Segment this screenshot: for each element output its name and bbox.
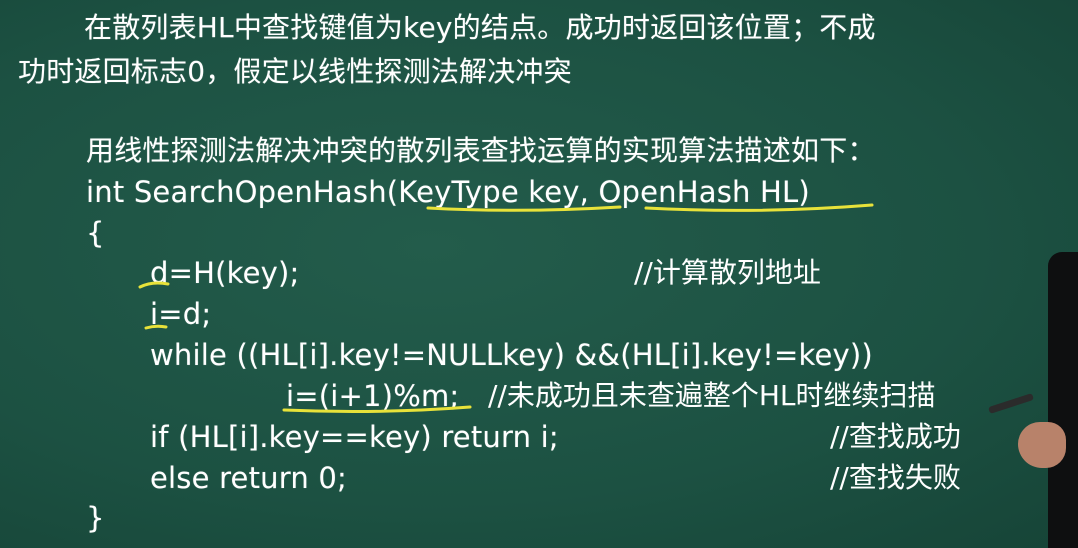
open-brace: {	[86, 216, 105, 250]
code-heading: 用线性探测法解决冲突的散列表查找运算的实现算法描述如下：	[86, 134, 876, 167]
comment-found: //查找成功	[830, 420, 961, 453]
statement-if-return: if (HL[i].key==key) return i;	[150, 420, 559, 454]
statement-increment-i: i=(i+1)%m;	[286, 379, 460, 413]
statement-while: while ((HL[i].key!=NULLkey) &&(HL[i].key…	[150, 338, 873, 372]
comment-not-found: //查找失败	[830, 461, 961, 494]
presenter-sleeve	[1048, 252, 1078, 548]
statement-assign-i: i=d;	[150, 297, 212, 331]
statement-compute-d: d=H(key);	[150, 256, 300, 290]
comment-continue-scan: //未成功且未查遍整个HL时继续扫描	[488, 379, 936, 412]
intro-line-1: 在散列表HL中查找键值为key的结点。成功时返回该位置；不成	[84, 11, 876, 44]
hand-icon	[1018, 422, 1066, 468]
intro-line-2: 功时返回标志0，假定以线性探测法解决冲突	[18, 55, 572, 88]
statement-else-return: else return 0;	[150, 461, 347, 495]
close-brace: }	[86, 501, 105, 535]
presenter-hand	[988, 232, 1078, 548]
function-signature: int SearchOpenHash(KeyType key, OpenHash…	[86, 175, 810, 209]
comment-compute-address: //计算散列地址	[634, 256, 821, 289]
